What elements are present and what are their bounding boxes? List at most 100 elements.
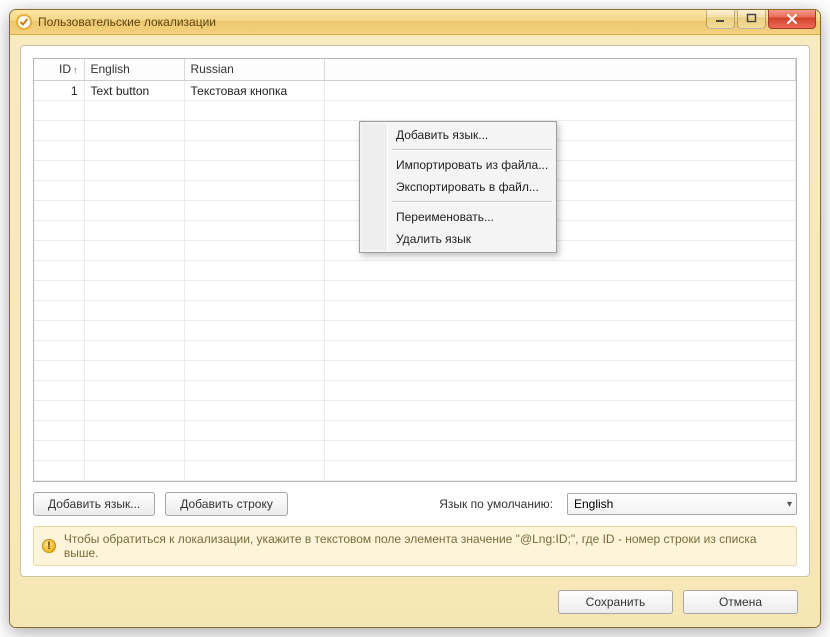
cell-english — [84, 121, 184, 141]
cell-id — [34, 321, 84, 341]
localization-grid[interactable]: ID↑ English Russian 1Text buttonТекстова… — [33, 58, 797, 483]
cell-russian — [184, 261, 324, 281]
table-row[interactable]: 1Text buttonТекстовая кнопка — [34, 81, 796, 101]
table-row — [34, 381, 796, 401]
titlebar: Пользовательские локализации — [10, 10, 820, 35]
add-row-button[interactable]: Добавить строку — [165, 492, 288, 516]
table-row — [34, 441, 796, 461]
cell-id — [34, 221, 84, 241]
cell-russian — [184, 381, 324, 401]
cell-id — [34, 281, 84, 301]
table-row — [34, 301, 796, 321]
cell-russian — [184, 321, 324, 341]
window-title: Пользовательские локализации — [38, 15, 216, 29]
cell-russian — [184, 101, 324, 121]
cell-id — [34, 401, 84, 421]
cell-id — [34, 121, 84, 141]
grid-header-row: ID↑ English Russian — [34, 59, 796, 81]
cell-id — [34, 381, 84, 401]
cell-english — [84, 161, 184, 181]
column-header-id-label: ID — [59, 62, 71, 76]
cell-english — [84, 141, 184, 161]
cell-id — [34, 441, 84, 461]
column-header-english[interactable]: English — [84, 59, 184, 81]
cell-english — [84, 241, 184, 261]
cell-russian — [184, 341, 324, 361]
cell-russian — [184, 161, 324, 181]
grid-toolbar: Добавить язык... Добавить строку Язык по… — [33, 482, 797, 516]
cell-english — [84, 261, 184, 281]
cell-id — [34, 261, 84, 281]
cancel-button[interactable]: Отмена — [683, 590, 798, 614]
cell-russian — [184, 401, 324, 421]
cell-id: 1 — [34, 81, 84, 101]
cell-english — [84, 381, 184, 401]
save-button[interactable]: Сохранить — [558, 590, 673, 614]
cell-russian — [184, 301, 324, 321]
table-row — [34, 341, 796, 361]
close-button[interactable] — [768, 9, 816, 29]
cell-id — [34, 141, 84, 161]
cell-id — [34, 101, 84, 121]
cell-spare — [324, 441, 796, 461]
cell-spare — [324, 101, 796, 121]
menu-separator — [392, 201, 552, 203]
chevron-down-icon: ▾ — [787, 499, 792, 510]
cell-russian — [184, 241, 324, 261]
cell-english — [84, 301, 184, 321]
cell-spare — [324, 321, 796, 341]
cell-id — [34, 361, 84, 381]
cell-id — [34, 241, 84, 261]
cell-spare — [324, 461, 796, 481]
cell-id — [34, 461, 84, 481]
cell-spare — [324, 341, 796, 361]
hint-text: Чтобы обратиться к локализации, укажите … — [64, 532, 788, 560]
cell-english — [84, 101, 184, 121]
minimize-button[interactable] — [706, 9, 735, 29]
cell-spare — [324, 361, 796, 381]
cell-russian — [184, 201, 324, 221]
column-header-russian[interactable]: Russian — [184, 59, 324, 81]
cell-russian — [184, 221, 324, 241]
default-language-label: Язык по умолчанию: — [439, 497, 553, 511]
menu-item-import-from-file[interactable]: Импортировать из файла... — [362, 154, 554, 176]
cell-english — [84, 181, 184, 201]
table-row — [34, 281, 796, 301]
menu-item-add-language[interactable]: Добавить язык... — [362, 124, 554, 146]
cell-russian — [184, 141, 324, 161]
cell-id — [34, 161, 84, 181]
cell-russian — [184, 421, 324, 441]
cell-english — [84, 321, 184, 341]
cell-spare — [324, 281, 796, 301]
menu-item-rename[interactable]: Переименовать... — [362, 206, 554, 228]
client-area: ID↑ English Russian 1Text buttonТекстова… — [10, 35, 820, 628]
cell-id — [34, 301, 84, 321]
table-row — [34, 461, 796, 481]
cell-english — [84, 441, 184, 461]
warning-icon: ! — [42, 539, 56, 553]
maximize-button[interactable] — [737, 9, 766, 29]
menu-item-delete-language[interactable]: Удалить язык — [362, 228, 554, 250]
add-language-button[interactable]: Добавить язык... — [33, 492, 155, 516]
table-row — [34, 361, 796, 381]
menu-item-export-to-file[interactable]: Экспортировать в файл... — [362, 176, 554, 198]
table-row — [34, 261, 796, 281]
column-context-menu: Добавить язык... Импортировать из файла.… — [359, 121, 557, 253]
cell-id — [34, 181, 84, 201]
column-header-spare[interactable] — [324, 59, 796, 81]
cell-spare — [324, 301, 796, 321]
cell-english — [84, 401, 184, 421]
column-header-id[interactable]: ID↑ — [34, 59, 84, 81]
cell-id — [34, 341, 84, 361]
cell-english — [84, 461, 184, 481]
cell-russian — [184, 441, 324, 461]
table-row — [34, 321, 796, 341]
cell-russian: Текстовая кнопка — [184, 81, 324, 101]
default-language-combo[interactable]: English ▾ — [567, 493, 797, 515]
cell-spare — [324, 381, 796, 401]
table-row — [34, 401, 796, 421]
cell-english — [84, 281, 184, 301]
default-language-value: English — [574, 497, 613, 511]
menu-separator — [392, 149, 552, 151]
cell-russian — [184, 121, 324, 141]
